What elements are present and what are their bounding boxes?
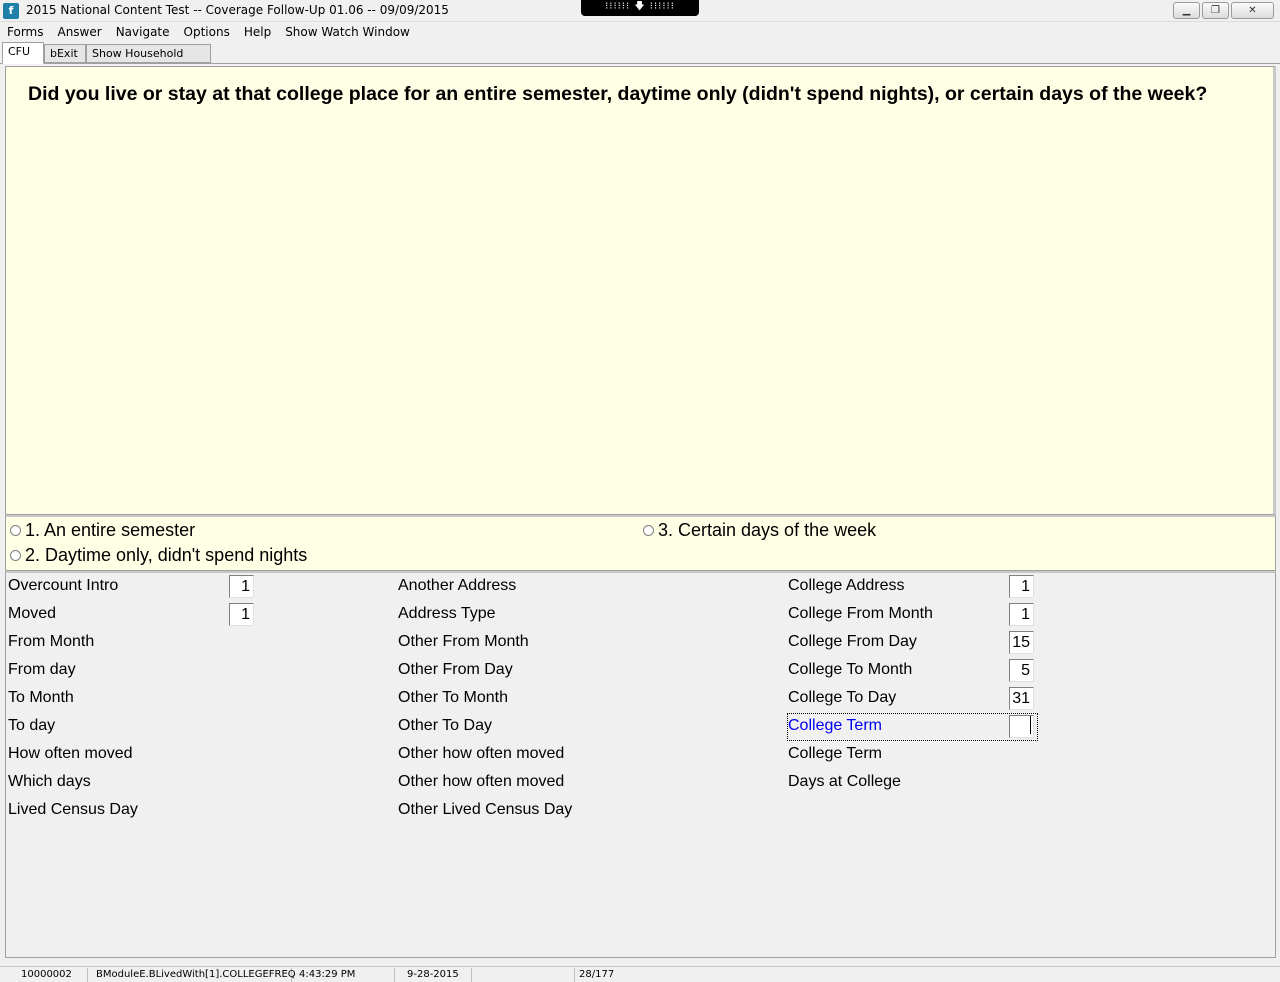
app-icon: f xyxy=(3,3,19,19)
radio-icon[interactable] xyxy=(10,550,21,561)
field-label-college-from-month: College From Month xyxy=(788,605,933,622)
option-label: 2. Daytime only, didn't spend nights xyxy=(25,545,308,565)
status-field-path: BModuleE.BLivedWith[1].COLLEGEFREQ xyxy=(92,968,296,982)
field-label-lived-census-day: Lived Census Day xyxy=(8,801,138,818)
menu-bar: Forms Answer Navigate Options Help Show … xyxy=(0,22,1280,42)
minimize-icon[interactable]: ▁ xyxy=(1173,2,1200,19)
field-label-college-to-month: College To Month xyxy=(788,661,913,678)
field-label-from-day: From day xyxy=(8,661,76,678)
field-label-college-to-day: College To Day xyxy=(788,689,897,706)
menu-answer[interactable]: Answer xyxy=(50,25,108,39)
field-label-other-lived-census-day: Other Lived Census Day xyxy=(398,801,573,818)
status-bar: 10000002 BModuleE.BLivedWith[1].COLLEGEF… xyxy=(0,966,1280,982)
field-value-college-from-month[interactable]: 1 xyxy=(1009,603,1034,626)
field-value-college-to-month[interactable]: 5 xyxy=(1009,659,1034,682)
answer-panel: 1. An entire semester 2. Daytime only, d… xyxy=(5,515,1276,571)
field-value-college-to-day[interactable]: 31 xyxy=(1009,687,1034,710)
option-entire-semester[interactable]: 1. An entire semester xyxy=(10,520,195,541)
field-value-college-from-day[interactable]: 15 xyxy=(1009,631,1034,654)
field-label-other-how-often-moved-2: Other how often moved xyxy=(398,773,565,790)
window-title: 2015 National Content Test -- Coverage F… xyxy=(26,3,449,17)
text-caret xyxy=(1030,716,1031,734)
field-label-college-term-active: College Term xyxy=(788,717,882,734)
field-label-college-term: College Term xyxy=(788,745,882,762)
question-text: Did you live or stay at that college pla… xyxy=(28,83,1208,105)
field-label-other-how-often-moved: Other how often moved xyxy=(398,745,565,762)
field-value-college-address[interactable]: 1 xyxy=(1009,575,1034,598)
remote-desktop-bar[interactable]: ⁝⁝⁝⁝⁝⁝ 🡇 ⁝⁝⁝⁝⁝⁝ xyxy=(581,0,699,16)
question-panel: Did you live or stay at that college pla… xyxy=(5,66,1276,515)
radio-icon[interactable] xyxy=(643,525,654,536)
tab-bexit[interactable]: bExit xyxy=(44,44,86,63)
field-label-to-month: To Month xyxy=(8,689,74,706)
fields-panel: Overcount Intro 1 Moved 1 From Month Fro… xyxy=(5,571,1276,958)
field-label-other-from-month: Other From Month xyxy=(398,633,529,650)
close-icon[interactable]: ✕ xyxy=(1231,2,1274,19)
menu-show-watch-window[interactable]: Show Watch Window xyxy=(278,25,417,39)
option-label: 1. An entire semester xyxy=(25,520,196,540)
option-label: 3. Certain days of the week xyxy=(658,520,877,540)
title-bar: f 2015 National Content Test -- Coverage… xyxy=(0,0,1280,22)
option-daytime-only[interactable]: 2. Daytime only, didn't spend nights xyxy=(10,545,307,566)
radio-icon[interactable] xyxy=(10,525,21,536)
field-label-another-address: Another Address xyxy=(398,577,517,594)
field-label-days-at-college: Days at College xyxy=(788,773,901,790)
restore-icon[interactable]: ❐ xyxy=(1202,2,1229,19)
field-label-college-address: College Address xyxy=(788,577,905,594)
field-label-to-day: To day xyxy=(8,717,56,734)
field-label-college-from-day: College From Day xyxy=(788,633,917,650)
status-blank xyxy=(475,968,575,982)
field-label-other-to-month: Other To Month xyxy=(398,689,508,706)
field-label-which-days: Which days xyxy=(8,773,91,790)
field-label-other-to-day: Other To Day xyxy=(398,717,492,734)
menu-navigate[interactable]: Navigate xyxy=(109,25,177,39)
field-label-other-from-day: Other From Day xyxy=(398,661,513,678)
field-value-moved[interactable]: 1 xyxy=(229,603,254,626)
menu-options[interactable]: Options xyxy=(177,25,237,39)
menu-forms[interactable]: Forms xyxy=(0,25,50,39)
window-controls: ▁ ❐ ✕ xyxy=(1173,2,1274,19)
tab-cfu[interactable]: CFU xyxy=(2,42,44,64)
tab-show-household-roster[interactable]: Show Household Roster xyxy=(86,44,211,77)
field-label-from-month: From Month xyxy=(8,633,95,650)
status-time: 4:43:29 PM xyxy=(295,968,395,982)
field-value-overcount-intro[interactable]: 1 xyxy=(229,575,254,598)
tab-bar: CFU bExit Show Household Roster xyxy=(0,42,1280,77)
menu-help[interactable]: Help xyxy=(237,25,278,39)
status-page: 28/177 xyxy=(579,969,615,980)
status-date: 9-28-2015 xyxy=(398,968,472,982)
field-label-moved: Moved xyxy=(8,605,57,622)
status-case-id: 10000002 xyxy=(0,968,88,982)
field-label-how-often-moved: How often moved xyxy=(8,745,133,762)
option-certain-days[interactable]: 3. Certain days of the week xyxy=(643,520,876,541)
field-label-address-type: Address Type xyxy=(398,605,496,622)
field-label-overcount-intro: Overcount Intro xyxy=(8,577,119,594)
